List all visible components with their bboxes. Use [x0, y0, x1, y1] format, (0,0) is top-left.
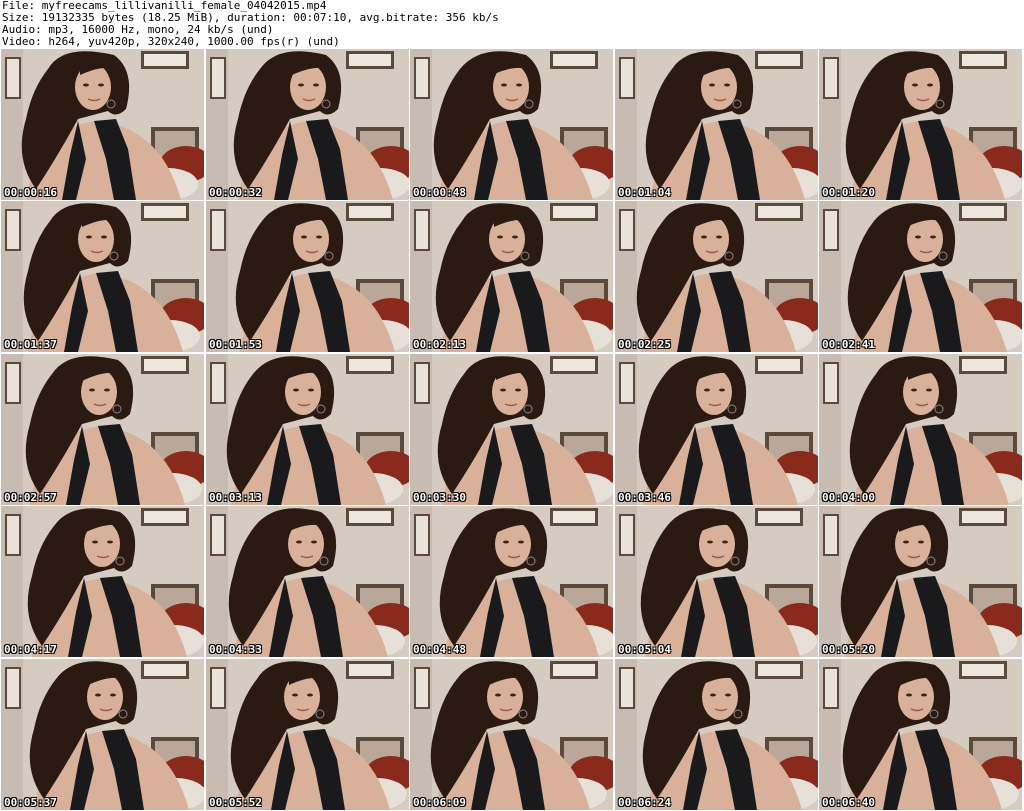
thumbnail-timestamp: 00:06:40	[822, 796, 875, 809]
webcam-frame-image	[410, 659, 613, 810]
video-thumbnail: 00:05:37	[1, 659, 204, 810]
thumbnail-grid: 00:00:16 00:00:32 00:00:48 00:01:04 00:01:20…	[0, 49, 1024, 811]
webcam-frame-image	[819, 506, 1022, 657]
thumbnail-timestamp: 00:05:52	[209, 796, 262, 809]
webcam-frame-image	[615, 506, 818, 657]
thumbnail-timestamp: 00:01:53	[209, 338, 262, 351]
video-thumbnail: 00:03:13	[206, 354, 409, 505]
thumbnail-timestamp: 00:06:24	[618, 796, 671, 809]
video-thumbnail: 00:02:41	[819, 201, 1022, 352]
webcam-frame-image	[1, 49, 204, 200]
webcam-frame-image	[819, 659, 1022, 810]
webcam-frame-image	[206, 49, 409, 200]
video-thumbnail: 00:03:46	[615, 354, 818, 505]
video-thumbnail: 00:05:52	[206, 659, 409, 810]
thumbnail-timestamp: 00:01:20	[822, 186, 875, 199]
audio-info-line: Audio: mp3, 16000 Hz, mono, 24 kb/s (und…	[2, 24, 274, 36]
video-thumbnail: 00:05:04	[615, 506, 818, 657]
video-thumbnail: 00:00:16	[1, 49, 204, 200]
thumbnail-timestamp: 00:02:41	[822, 338, 875, 351]
webcam-frame-image	[206, 506, 409, 657]
video-thumbnail: 00:03:30	[410, 354, 613, 505]
video-thumbnail: 00:00:48	[410, 49, 613, 200]
video-info-line: Video: h264, yuv420p, 320x240, 1000.00 f…	[2, 36, 340, 48]
video-thumbnail: 00:04:33	[206, 506, 409, 657]
thumbnail-timestamp: 00:05:04	[618, 643, 671, 656]
webcam-frame-image	[1, 659, 204, 810]
thumbnail-timestamp: 00:04:33	[209, 643, 262, 656]
video-thumbnail: 00:01:37	[1, 201, 204, 352]
video-thumbnail: 00:06:40	[819, 659, 1022, 810]
webcam-frame-image	[615, 354, 818, 505]
webcam-frame-image	[615, 201, 818, 352]
webcam-frame-image	[819, 354, 1022, 505]
thumbnail-timestamp: 00:04:17	[4, 643, 57, 656]
video-thumbnail: 00:04:00	[819, 354, 1022, 505]
webcam-frame-image	[206, 354, 409, 505]
thumbnail-timestamp: 00:03:46	[618, 491, 671, 504]
webcam-frame-image	[819, 201, 1022, 352]
video-thumbnail: 00:02:57	[1, 354, 204, 505]
file-name-line: File: myfreecams_lillivanilli_female_040…	[2, 0, 327, 12]
video-thumbnail: 00:04:48	[410, 506, 613, 657]
thumbnail-timestamp: 00:00:48	[413, 186, 466, 199]
webcam-frame-image	[410, 49, 613, 200]
webcam-frame-image	[206, 659, 409, 810]
video-thumbnail: 00:01:04	[615, 49, 818, 200]
file-size-line: Size: 19132335 bytes (18.25 MiB), durati…	[2, 12, 499, 24]
webcam-frame-image	[819, 49, 1022, 200]
thumbnail-timestamp: 00:04:48	[413, 643, 466, 656]
webcam-frame-image	[410, 201, 613, 352]
webcam-frame-image	[206, 201, 409, 352]
webcam-frame-image	[1, 354, 204, 505]
thumbnail-timestamp: 00:00:32	[209, 186, 262, 199]
webcam-frame-image	[1, 506, 204, 657]
thumbnail-timestamp: 00:02:25	[618, 338, 671, 351]
video-thumbnail: 00:00:32	[206, 49, 409, 200]
thumbnail-timestamp: 00:05:37	[4, 796, 57, 809]
video-thumbnail: 00:04:17	[1, 506, 204, 657]
webcam-frame-image	[410, 506, 613, 657]
video-thumbnail: 00:02:13	[410, 201, 613, 352]
thumbnail-timestamp: 00:01:37	[4, 338, 57, 351]
file-info-header: File: myfreecams_lillivanilli_female_040…	[2, 0, 1022, 48]
thumbnail-timestamp: 00:03:13	[209, 491, 262, 504]
webcam-frame-image	[615, 49, 818, 200]
webcam-frame-image	[615, 659, 818, 810]
thumbnail-timestamp: 00:02:13	[413, 338, 466, 351]
video-thumbnail: 00:01:53	[206, 201, 409, 352]
video-thumbnail: 00:06:09	[410, 659, 613, 810]
thumbnail-timestamp: 00:04:00	[822, 491, 875, 504]
thumbnail-timestamp: 00:02:57	[4, 491, 57, 504]
video-thumbnail: 00:01:20	[819, 49, 1022, 200]
video-thumbnail: 00:05:20	[819, 506, 1022, 657]
thumbnail-timestamp: 00:00:16	[4, 186, 57, 199]
thumbnail-timestamp: 00:05:20	[822, 643, 875, 656]
webcam-frame-image	[410, 354, 613, 505]
thumbnail-timestamp: 00:06:09	[413, 796, 466, 809]
thumbnail-timestamp: 00:03:30	[413, 491, 466, 504]
webcam-frame-image	[1, 201, 204, 352]
video-thumbnail: 00:02:25	[615, 201, 818, 352]
thumbnail-timestamp: 00:01:04	[618, 186, 671, 199]
video-thumbnail: 00:06:24	[615, 659, 818, 810]
